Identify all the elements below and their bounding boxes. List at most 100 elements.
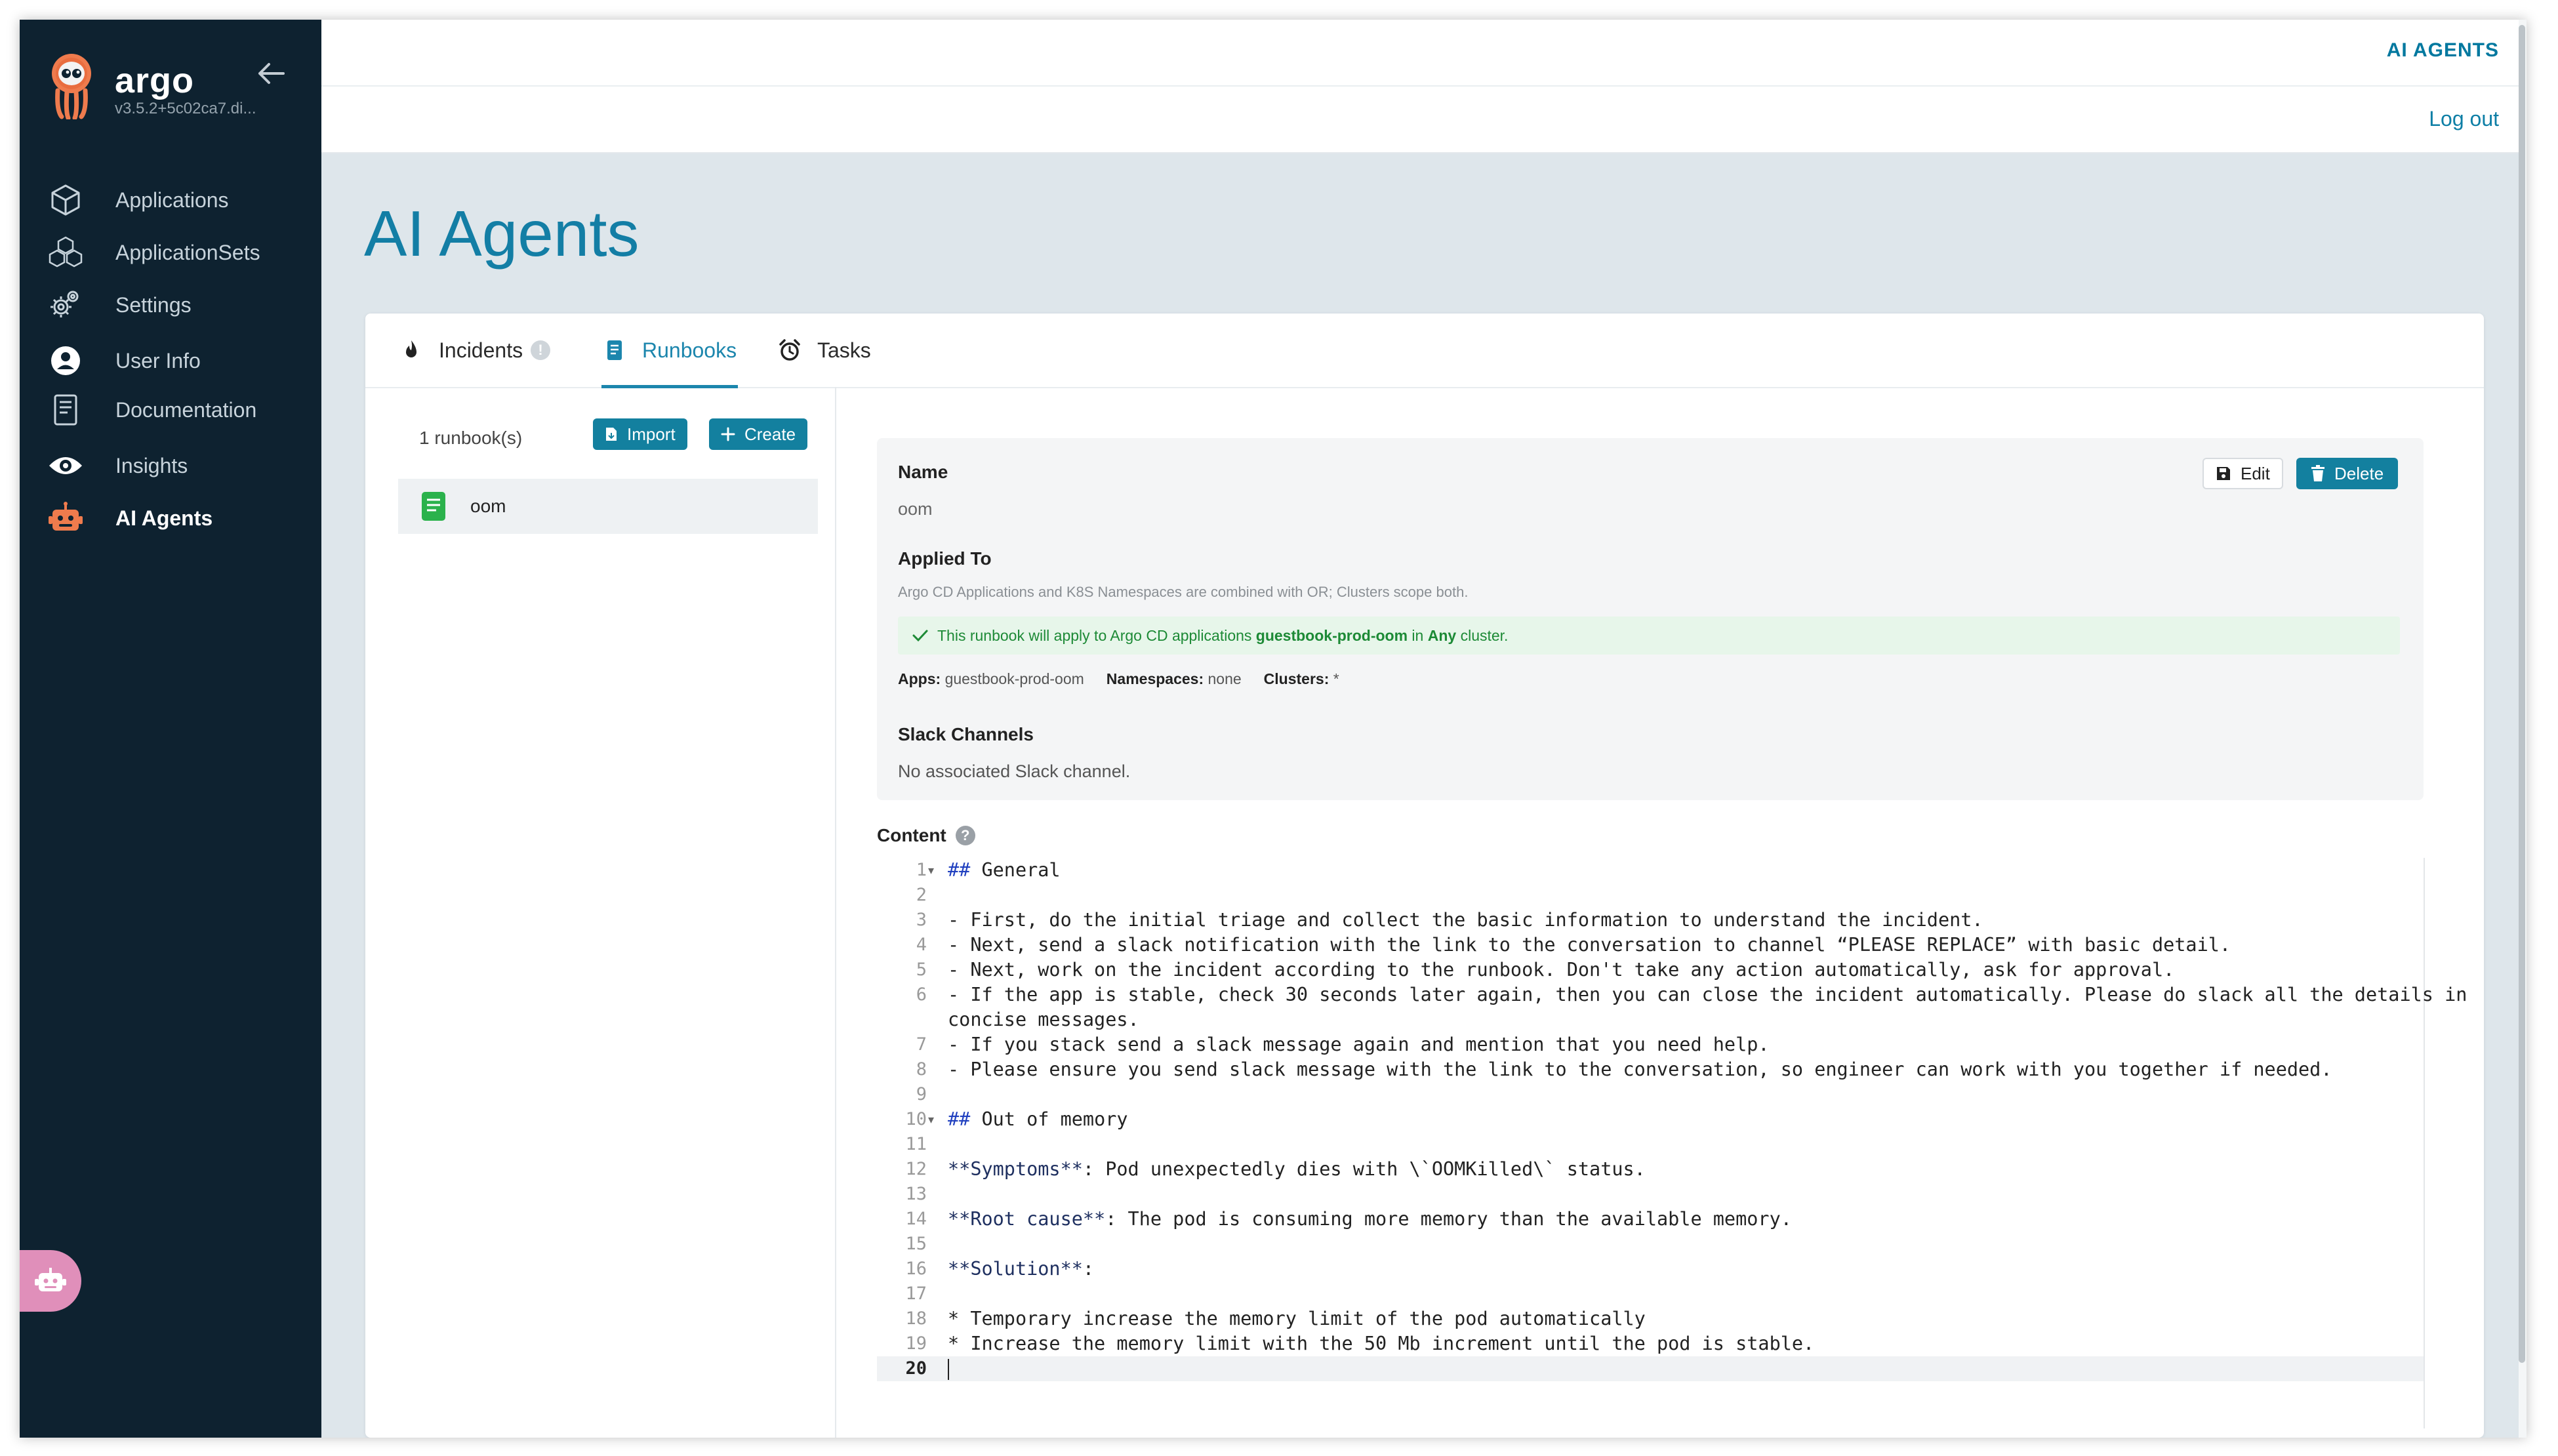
namespaces-key: Namespaces:: [1106, 670, 1204, 687]
runbook-count: 1 runbook(s): [419, 428, 523, 448]
runbook-list-column: 1 runbook(s) Import Create oom: [365, 387, 836, 1438]
delete-label: Delete: [2334, 463, 2384, 483]
sidebar-item-label: Settings: [115, 293, 192, 317]
code-line: ## General: [948, 859, 1061, 881]
tab-incidents[interactable]: Incidents !: [398, 313, 551, 387]
main-panel: Incidents ! Runbooks Tasks 1 runbook(s): [365, 313, 2484, 1438]
runbook-detail-card: Name oom Edit Delete Applied To Argo CD …: [877, 438, 2424, 800]
tab-bar: Incidents ! Runbooks Tasks: [365, 313, 2484, 388]
line-number: 2: [916, 885, 927, 905]
code-line: - If you stack send a slack message agai…: [948, 1034, 1770, 1055]
version-label: v3.5.2+5c02ca7.di...: [115, 100, 256, 117]
line-number: 6: [916, 984, 927, 1005]
line-number: 17: [905, 1284, 927, 1304]
sidebar-item-documentation[interactable]: Documentation: [47, 387, 310, 433]
line-number: 8: [916, 1059, 927, 1080]
top-bar-row: AI AGENTS: [321, 20, 2527, 87]
line-number: 4: [916, 935, 927, 955]
sidebar: argo v3.5.2+5c02ca7.di... Applications A…: [20, 20, 321, 1438]
text-cursor: [948, 1359, 949, 1380]
line-number: 12: [905, 1159, 927, 1179]
sidebar-item-label: ApplicationSets: [115, 240, 260, 264]
line-number: 19: [905, 1333, 927, 1354]
applied-to-heading: Applied To: [898, 548, 992, 569]
edit-label: Edit: [2241, 463, 2270, 483]
tab-label: Incidents: [439, 338, 523, 362]
content-heading-label: Content: [877, 825, 946, 845]
sidebar-item-ai-agents[interactable]: AI Agents: [47, 495, 310, 541]
app-window: argo v3.5.2+5c02ca7.di... Applications A…: [20, 20, 2527, 1438]
page-scrollbar[interactable]: [2519, 20, 2527, 1438]
file-import-icon: [606, 428, 617, 441]
page-title: AI Agents: [364, 197, 640, 270]
sidebar-item-applicationsets[interactable]: ApplicationSets: [47, 230, 310, 275]
brand-name: argo: [115, 61, 195, 100]
logout-link[interactable]: Log out: [2429, 107, 2499, 131]
code-line: **Root cause**: The pod is consuming mor…: [948, 1208, 1792, 1230]
user-circle-icon: [47, 342, 84, 379]
sidebar-item-settings[interactable]: Settings: [47, 282, 310, 328]
code-line: - Next, work on the incident according t…: [948, 959, 2175, 981]
name-value: oom: [898, 499, 933, 519]
sidebar-item-label: Insights: [115, 453, 188, 477]
applied-to-hint: Argo CD Applications and K8S Namespaces …: [898, 584, 1469, 600]
create-label: Create: [744, 424, 796, 444]
line-number: 13: [905, 1184, 927, 1204]
sidebar-item-user-info[interactable]: User Info: [47, 338, 310, 384]
ai-assistant-bot-button[interactable]: [20, 1250, 81, 1312]
tab-label: Tasks: [817, 338, 871, 362]
line-number: 3: [916, 910, 927, 930]
cubes-icon: [47, 234, 84, 271]
line-number: 9: [916, 1084, 927, 1104]
cube-icon: [47, 182, 84, 218]
line-number: 18: [905, 1308, 927, 1329]
code-line: - First, do the initial triage and colle…: [948, 909, 1983, 931]
edit-button[interactable]: Edit: [2203, 458, 2283, 489]
content-heading: Content ?: [877, 825, 975, 846]
delete-button[interactable]: Delete: [2296, 458, 2399, 489]
name-heading: Name: [898, 462, 948, 482]
namespaces-summary: Namespaces: none: [1106, 670, 1242, 688]
success-app-name: guestbook-prod-oom: [1255, 626, 1408, 644]
page-scrollbar-thumb[interactable]: [2519, 25, 2525, 1363]
success-suffix: cluster.: [1456, 626, 1509, 644]
import-button[interactable]: Import: [593, 418, 687, 450]
plus-icon: [721, 427, 735, 441]
line-number: 20: [905, 1358, 927, 1379]
runbook-list-item[interactable]: oom: [398, 479, 818, 534]
slack-channels-heading: Slack Channels: [898, 724, 1034, 744]
clusters-key: Clusters:: [1263, 670, 1330, 687]
active-line-highlight: [877, 1356, 2424, 1381]
save-disk-icon: [2217, 467, 2230, 480]
code-line: * Temporary increase the memory limit of…: [948, 1308, 1646, 1329]
runbook-content-editor[interactable]: 1 ▾ ## General 2 3- First, do the initial tr…: [877, 858, 2467, 1428]
runbook-list-item-label: oom: [470, 496, 506, 516]
flame-icon: [398, 337, 424, 363]
create-button[interactable]: Create: [709, 418, 808, 450]
namespaces-value: none: [1208, 670, 1242, 687]
collapse-sidebar-arrow-icon[interactable]: [254, 59, 287, 88]
line-number: 7: [916, 1034, 927, 1055]
code-line: **Symptoms**: Pod unexpectedly dies with…: [948, 1158, 1646, 1180]
argo-octopus-logo: [52, 54, 91, 119]
success-cluster: Any: [1427, 626, 1457, 644]
fold-toggle-icon[interactable]: ▾: [928, 1107, 939, 1132]
code-line: - If the app is stable, check 30 seconds…: [948, 984, 2467, 1005]
gears-icon: [47, 287, 84, 323]
alarm-clock-icon: [777, 337, 803, 363]
book-icon: [47, 392, 84, 428]
applies-to-success-banner: This runbook will apply to Argo CD appli…: [898, 617, 2400, 655]
fold-toggle-icon[interactable]: ▾: [928, 858, 939, 883]
code-line: ## Out of memory: [948, 1108, 1128, 1130]
success-mid: in: [1408, 626, 1428, 644]
breadcrumb-ai-agents[interactable]: AI AGENTS: [2387, 39, 2499, 62]
sidebar-item-insights[interactable]: Insights: [47, 443, 310, 489]
tab-tasks[interactable]: Tasks: [777, 313, 871, 387]
import-label: Import: [627, 424, 676, 444]
line-number: 15: [905, 1234, 927, 1254]
apps-summary: Apps: guestbook-prod-oom: [898, 670, 1084, 688]
sidebar-item-applications[interactable]: Applications: [47, 177, 310, 223]
clusters-summary: Clusters: *: [1264, 670, 1339, 688]
tab-runbooks[interactable]: Runbooks: [601, 313, 739, 388]
code-line: * Increase the memory limit with the 50 …: [948, 1333, 1815, 1354]
